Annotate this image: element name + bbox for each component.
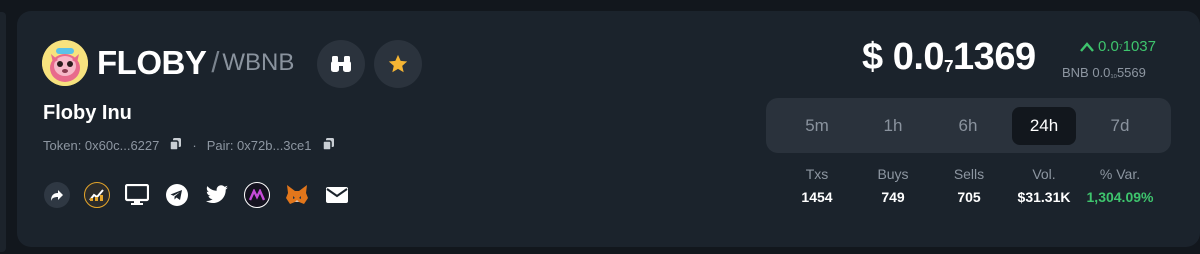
address-row: Token: 0x60c...6227 · Pair: 0x72b...3ce1 <box>43 137 335 154</box>
chart-logo-icon[interactable] <box>84 182 110 208</box>
tab-5m[interactable]: 5m <box>785 107 849 145</box>
token-address: Token: 0x60c...6227 <box>43 138 160 153</box>
favorite-button[interactable] <box>374 40 422 88</box>
token-avatar <box>42 40 88 86</box>
tab-6h[interactable]: 6h <box>936 107 1000 145</box>
star-icon <box>388 54 408 73</box>
token-title: FLOBY / WBNB <box>97 41 294 85</box>
binoculars-button[interactable] <box>317 40 365 88</box>
pair-slash: / <box>211 46 220 79</box>
token-name: Floby Inu <box>43 102 132 124</box>
binoculars-icon <box>331 56 351 72</box>
price-change: 0.0 7 1037 <box>1080 38 1156 55</box>
metamask-icon[interactable] <box>284 182 310 208</box>
tab-7d[interactable]: 7d <box>1088 107 1152 145</box>
left-panel-edge <box>0 12 6 252</box>
social-links <box>44 182 364 208</box>
stat-variation: % Var. 1,304.09% <box>1075 166 1165 205</box>
tab-1h[interactable]: 1h <box>861 107 925 145</box>
telegram-icon[interactable] <box>164 182 190 208</box>
pair-symbol: WBNB <box>222 49 295 76</box>
share-icon[interactable] <box>44 182 70 208</box>
stat-value: 1,304.09% <box>1086 189 1154 205</box>
price-bnb: BNB 0.0105569 <box>1062 65 1146 80</box>
stat-label: % Var. <box>1099 166 1141 182</box>
copy-pair-address-icon[interactable] <box>321 137 335 154</box>
token-symbol: FLOBY <box>97 44 207 81</box>
copy-token-address-icon[interactable] <box>169 137 182 154</box>
price-usd: $ 0.071369 <box>862 36 1036 78</box>
pair-address: Pair: 0x72b...3ce1 <box>206 138 312 153</box>
twitter-icon[interactable] <box>204 182 230 208</box>
timeframe-selector: 5m 1h 6h 24h 7d <box>766 98 1171 153</box>
arrow-up-icon <box>1080 41 1094 52</box>
website-icon[interactable] <box>124 182 150 208</box>
email-icon[interactable] <box>324 182 350 208</box>
tab-24h[interactable]: 24h <box>1012 107 1076 145</box>
marketcap-logo-icon[interactable] <box>244 182 270 208</box>
address-separator: · <box>192 138 197 153</box>
